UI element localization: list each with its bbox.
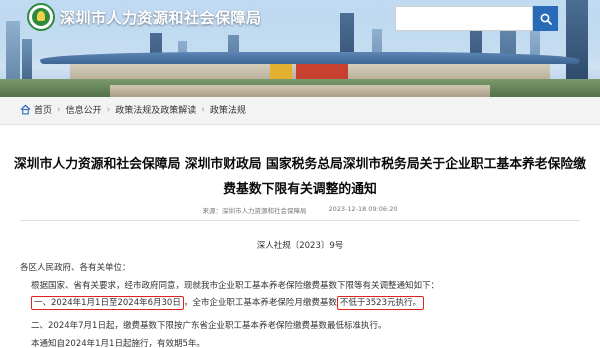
- breadcrumb-separator: ›: [57, 104, 61, 115]
- search-icon: [540, 13, 552, 25]
- skyline-building: [22, 39, 32, 79]
- divider: [20, 220, 580, 221]
- breadcrumb-separator: ›: [106, 104, 111, 115]
- site-title: 深圳市人力资源和社会保障局: [60, 8, 262, 27]
- item1-prefix: 一、: [34, 298, 52, 308]
- intro-paragraph: 根据国家、省有关要求，经市政府同意，现就我市企业职工基本养老保险缴费基数下限等有…: [31, 281, 440, 291]
- document-number: 深人社规〔2023〕9号: [256, 241, 344, 251]
- breadcrumb-home[interactable]: 首页: [34, 103, 52, 116]
- header-banner: 深圳市人力资源和社会保障局: [0, 0, 600, 97]
- plaza: [110, 85, 490, 97]
- item1-period: 2024年1月1日至2024年6月30日: [51, 298, 181, 308]
- addressee-line: 各区人民政府、各有关单位：: [20, 263, 131, 273]
- skyline-building: [6, 21, 20, 79]
- home-icon: [20, 104, 31, 115]
- breadcrumb-info-disclosure[interactable]: 信息公开: [66, 103, 102, 116]
- article-date: 2023-12-18 09:06:20: [328, 205, 398, 213]
- civic-center-roof: [40, 52, 580, 64]
- emblem-icon: [27, 3, 55, 31]
- item1-middle: ，全市企业职工基本养老保险月缴费基数: [183, 298, 337, 308]
- search-button[interactable]: [533, 6, 558, 31]
- breadcrumb-separator: ›: [201, 104, 205, 115]
- article-meta: 来源：深圳市人力资源和社会保障局 2023-12-18 09:06:20: [0, 205, 600, 215]
- breadcrumb-bar: 首页 › 信息公开 › 政策法规及政策解读 › 政策法规: [0, 97, 600, 125]
- site-logo[interactable]: 深圳市人力资源和社会保障局: [27, 2, 262, 32]
- policy-item-2: 二、2024年7月1日起，缴费基数下限按广东省企业职工基本养老保险缴费基数最低标…: [31, 321, 387, 331]
- highlight-box-amount: 不低于3523元执行。: [336, 296, 424, 310]
- breadcrumb-policy-regulations[interactable]: 政策法规: [210, 103, 246, 116]
- highlight-box-period: 一、2024年1月1日至2024年6月30日: [31, 296, 184, 310]
- item1-amount: 不低于3523元执行。: [339, 298, 421, 308]
- breadcrumb: 首页 › 信息公开 › 政策法规及政策解读 › 政策法规: [20, 103, 246, 116]
- article-source: 来源：深圳市人力资源和社会保障局: [202, 207, 307, 215]
- search-input[interactable]: [395, 6, 533, 31]
- skyline-building: [566, 0, 588, 79]
- policy-item-1: 一、2024年1月1日至2024年6月30日 ，全市企业职工基本养老保险月缴费基数…: [31, 296, 424, 310]
- article-title: 深圳市人力资源和社会保障局 深圳市财政局 国家税务总局深圳市税务局关于企业职工基…: [14, 157, 586, 197]
- closing-paragraph: 本通知自2024年1月1日起施行，有效期5年。: [31, 339, 205, 348]
- breadcrumb-policy-interpretation[interactable]: 政策法规及政策解读: [115, 103, 196, 116]
